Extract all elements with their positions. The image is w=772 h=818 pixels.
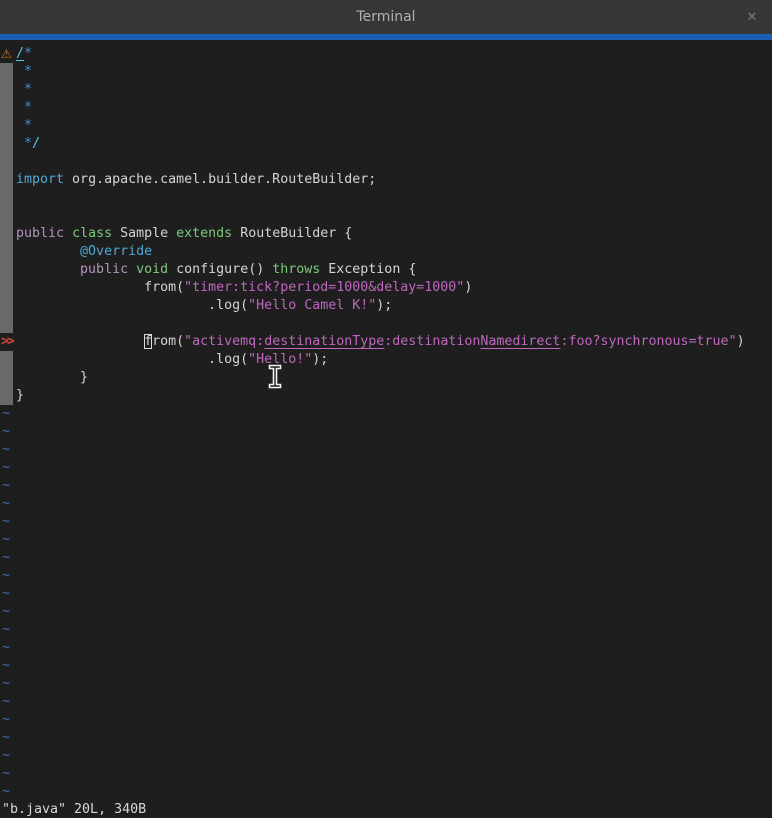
code-line: */ bbox=[0, 135, 772, 153]
empty-line-tilde: ~ bbox=[0, 639, 772, 657]
code-line: .log("Hello!"); bbox=[0, 351, 772, 369]
code-line bbox=[0, 153, 772, 171]
code-token: / bbox=[32, 136, 40, 151]
code-token: ) bbox=[464, 280, 472, 295]
empty-line-tilde: ~ bbox=[0, 783, 772, 801]
empty-line-tilde: ~ bbox=[0, 567, 772, 585]
empty-line-tilde: ~ bbox=[0, 531, 772, 549]
code-token: Sample bbox=[112, 226, 176, 241]
code-line: import org.apache.camel.builder.RouteBui… bbox=[0, 171, 772, 189]
code-token: org.apache.camel.builder.RouteBuilder; bbox=[64, 172, 376, 187]
code-token bbox=[16, 262, 80, 277]
vim-block-cursor: f bbox=[144, 334, 152, 349]
code-line bbox=[0, 189, 772, 207]
code-token bbox=[16, 244, 80, 259]
code-line: .log("Hello Camel K!"); bbox=[0, 297, 772, 315]
empty-line-tilde: ~ bbox=[0, 675, 772, 693]
code-token: configure() bbox=[168, 262, 272, 277]
code-token: void bbox=[136, 262, 168, 277]
code-token: "timer:tick?period=1000&delay=1000" bbox=[184, 280, 464, 295]
code-line: public void configure() throws Exception… bbox=[0, 261, 772, 279]
empty-line-tilde: ~ bbox=[0, 747, 772, 765]
empty-line-tilde: ~ bbox=[0, 441, 772, 459]
code-token: * bbox=[16, 64, 32, 79]
code-token: throws bbox=[272, 262, 320, 277]
code-token: / bbox=[16, 46, 24, 61]
code-token: RouteBuilder { bbox=[232, 226, 352, 241]
empty-line-tilde: ~ bbox=[0, 513, 772, 531]
code-line bbox=[0, 315, 772, 333]
code-token: ); bbox=[312, 352, 328, 367]
empty-line-tilde: ~ bbox=[0, 693, 772, 711]
code-token: } bbox=[16, 370, 88, 385]
code-token: ); bbox=[376, 298, 392, 313]
empty-line-tilde: ~ bbox=[0, 729, 772, 747]
code-line: } bbox=[0, 387, 772, 405]
empty-line-tilde: ~ bbox=[0, 657, 772, 675]
code-line: /* bbox=[0, 45, 772, 63]
empty-line-tilde: ~ bbox=[0, 477, 772, 495]
code-line: from("activemq:destinationType:destinati… bbox=[0, 333, 772, 351]
code-token: .log( bbox=[16, 298, 248, 313]
code-token: * bbox=[24, 46, 32, 61]
empty-line-tilde: ~ bbox=[0, 603, 772, 621]
vim-buffer: /* * * * * */import org.apache.camel.bui… bbox=[0, 45, 772, 818]
code-token: Namedirect bbox=[480, 334, 560, 349]
code-token: ) bbox=[737, 334, 745, 349]
code-token: } bbox=[16, 388, 24, 403]
code-token: destinationType bbox=[264, 334, 384, 349]
empty-line-tilde: ~ bbox=[0, 495, 772, 513]
code-token bbox=[16, 334, 144, 349]
vim-message-line: "b.java" 20L, 340B bbox=[0, 801, 772, 818]
close-icon: ✕ bbox=[747, 10, 758, 25]
code-token: * bbox=[16, 82, 32, 97]
code-token: * bbox=[16, 100, 32, 115]
code-token: .log( bbox=[16, 352, 248, 367]
code-token: * bbox=[16, 136, 32, 151]
code-token: Exception { bbox=[320, 262, 416, 277]
terminal-screen[interactable]: ⚠>> /* * * * * */import org.apache.camel… bbox=[0, 40, 772, 818]
code-line: public class Sample extends RouteBuilder… bbox=[0, 225, 772, 243]
code-line: } bbox=[0, 369, 772, 387]
terminal-window: Terminal ✕ ⚠>> /* * * * * */import org.a… bbox=[0, 0, 772, 818]
code-line: * bbox=[0, 117, 772, 135]
code-token bbox=[128, 262, 136, 277]
code-token: import bbox=[16, 172, 64, 187]
code-line: @Override bbox=[0, 243, 772, 261]
code-line bbox=[0, 207, 772, 225]
code-token: "Hello Camel K!" bbox=[248, 298, 376, 313]
code-token: from( bbox=[16, 280, 184, 295]
code-token: rom( bbox=[152, 334, 184, 349]
code-line: * bbox=[0, 81, 772, 99]
code-line: * bbox=[0, 63, 772, 81]
code-line: * bbox=[0, 99, 772, 117]
empty-line-tilde: ~ bbox=[0, 405, 772, 423]
code-token: class bbox=[72, 226, 112, 241]
empty-line-tilde: ~ bbox=[0, 423, 772, 441]
code-token: "activemq: bbox=[184, 334, 264, 349]
empty-line-tilde: ~ bbox=[0, 549, 772, 567]
code-token: :destination bbox=[384, 334, 480, 349]
code-token: * bbox=[16, 118, 32, 133]
empty-line-tilde: ~ bbox=[0, 621, 772, 639]
code-token: public bbox=[80, 262, 128, 277]
empty-line-tilde: ~ bbox=[0, 585, 772, 603]
close-button[interactable]: ✕ bbox=[740, 5, 764, 29]
code-token: extends bbox=[176, 226, 232, 241]
code-line: from("timer:tick?period=1000&delay=1000"… bbox=[0, 279, 772, 297]
code-token: :foo?synchronous=true" bbox=[560, 334, 736, 349]
code-token bbox=[64, 226, 72, 241]
empty-line-tilde: ~ bbox=[0, 711, 772, 729]
window-title: Terminal bbox=[356, 9, 415, 25]
titlebar: Terminal ✕ bbox=[0, 0, 772, 34]
code-token: @Override bbox=[80, 244, 152, 259]
empty-line-tilde: ~ bbox=[0, 765, 772, 783]
code-token: public bbox=[16, 226, 64, 241]
code-token: "Hello!" bbox=[248, 352, 312, 367]
empty-line-tilde: ~ bbox=[0, 459, 772, 477]
